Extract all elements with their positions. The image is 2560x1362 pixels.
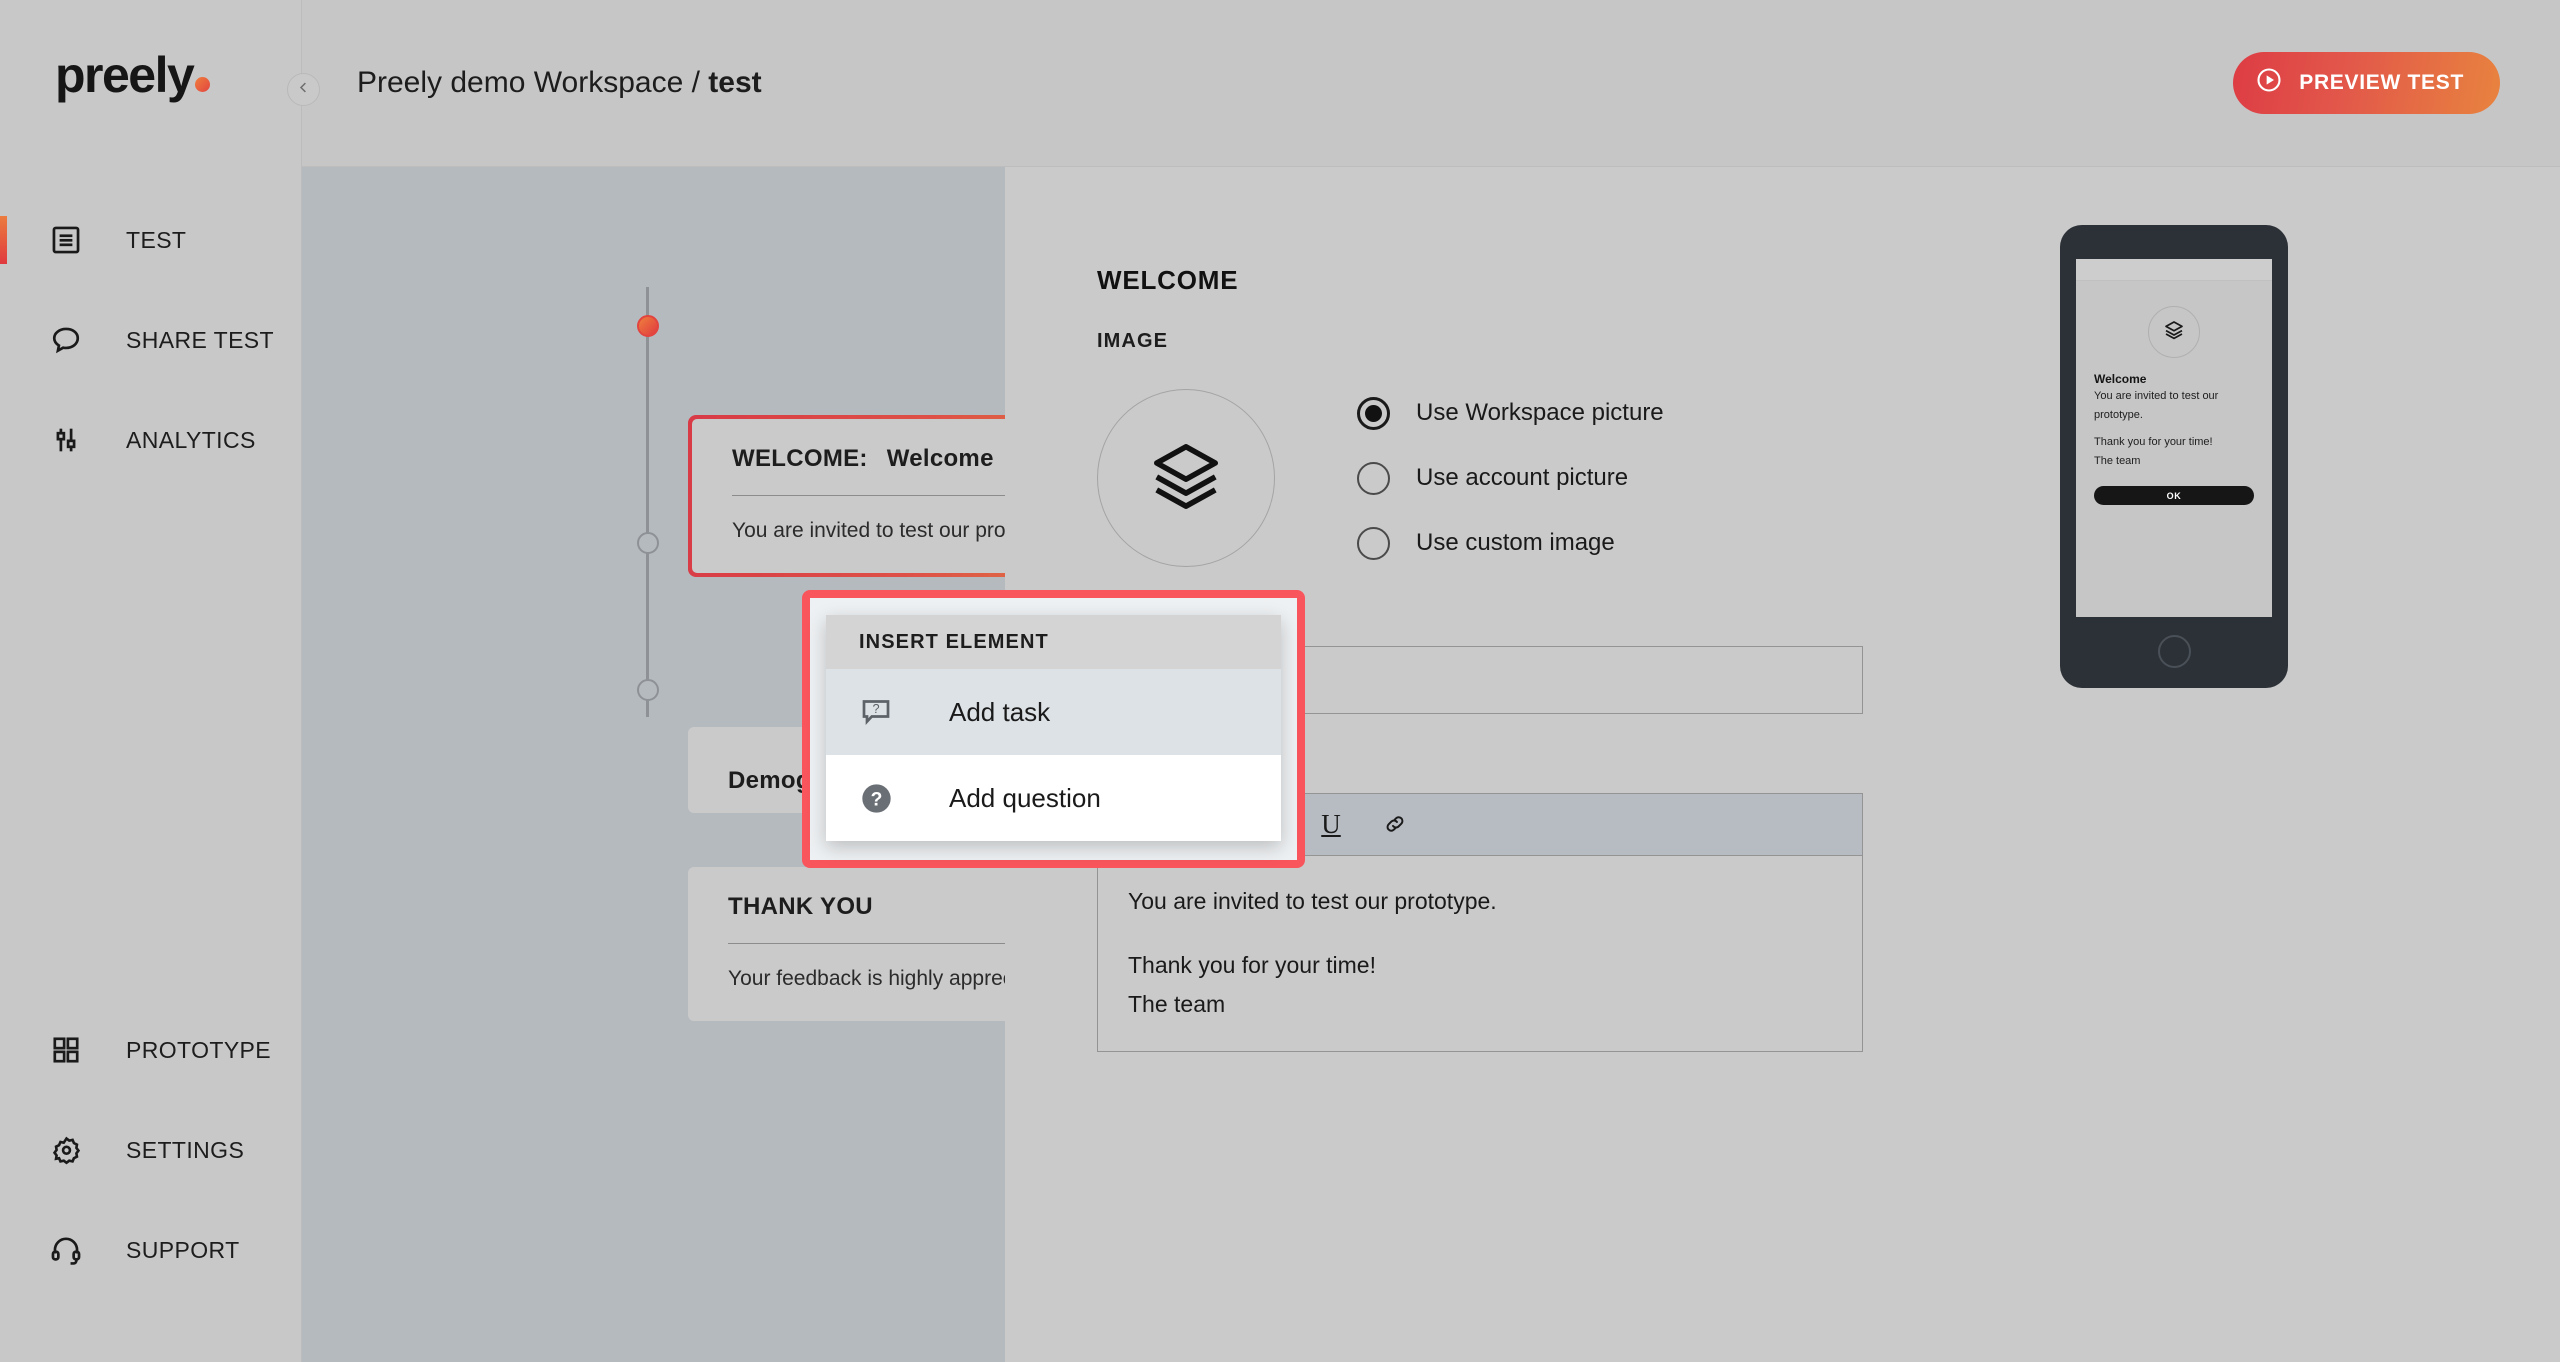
- radio-indicator: [1357, 526, 1390, 560]
- link-icon[interactable]: [1378, 805, 1412, 845]
- phone-ok-button[interactable]: OK: [2094, 486, 2254, 506]
- phone-avatar: [2148, 306, 2200, 358]
- left-sidebar: preely TEST SHARE TEST ANALYTICS PROTOTY…: [0, 0, 302, 1362]
- radio-use-workspace-picture[interactable]: Use Workspace picture: [1357, 396, 1664, 430]
- flow-card-title-prefix: WELCOME:: [732, 445, 868, 472]
- sidebar-collapse-button[interactable]: [287, 73, 320, 106]
- sidebar-item-test[interactable]: TEST: [0, 190, 301, 290]
- task-bubble-icon: ?: [857, 693, 895, 731]
- main-area: Preely demo Workspace / test PREVIEW TES…: [302, 0, 2560, 1362]
- phone-screen: Welcome You are invited to test our prot…: [2076, 259, 2272, 617]
- play-circle-icon: [2255, 66, 2283, 100]
- sliders-icon: [48, 422, 84, 458]
- breadcrumb-separator: /: [691, 66, 700, 99]
- gear-icon: [48, 1132, 84, 1168]
- app-root: preely TEST SHARE TEST ANALYTICS PROTOTY…: [0, 0, 2560, 1362]
- secondary-nav: PROTOTYPE SETTINGS SUPPORT: [0, 1000, 301, 1362]
- flow-card-title-value: Welcome: [886, 445, 994, 472]
- app-logo[interactable]: preely: [0, 0, 301, 150]
- content-line-2: Thank you for your time!: [1128, 951, 1376, 978]
- sidebar-item-prototype[interactable]: PROTOTYPE: [0, 1000, 301, 1100]
- breadcrumb-workspace[interactable]: Preely demo Workspace: [357, 66, 683, 99]
- phone-line-2: prototype.: [2094, 408, 2143, 421]
- sidebar-item-settings[interactable]: SETTINGS: [0, 1100, 301, 1200]
- content-line-3: The team: [1128, 991, 1226, 1018]
- image-source-radio-group: Use Workspace picture Use account pictur…: [1357, 396, 1664, 560]
- radio-label: Use account picture: [1416, 464, 1629, 491]
- svg-text:?: ?: [872, 701, 879, 716]
- sidebar-item-label: SHARE TEST: [126, 326, 274, 353]
- insert-menu-item-add-task[interactable]: ? Add task: [826, 669, 1281, 755]
- radio-indicator: [1357, 461, 1390, 495]
- radio-indicator-selected: [1357, 396, 1390, 430]
- title-field-label: TITLE: [1097, 601, 2560, 624]
- content-line-1: You are invited to test our prototype.: [1128, 888, 1497, 914]
- flow-timeline-dot-thankyou[interactable]: [637, 679, 659, 701]
- sidebar-item-label: ANALYTICS: [126, 426, 256, 453]
- sidebar-item-label: PROTOTYPE: [126, 1036, 272, 1063]
- sidebar-item-label: SUPPORT: [126, 1236, 240, 1263]
- flow-timeline-dot-welcome[interactable]: [637, 315, 659, 337]
- phone-status-bar: [2076, 259, 2272, 281]
- radio-use-account-picture[interactable]: Use account picture: [1357, 461, 1664, 495]
- underline-button[interactable]: U: [1314, 805, 1348, 845]
- content-row: WELCOME: Welcome You are invited to test…: [302, 167, 2560, 1362]
- speech-bubble-icon: [48, 322, 84, 358]
- radio-label: Use Workspace picture: [1416, 399, 1664, 426]
- phone-line-3: Thank you for your time!: [2094, 436, 2213, 449]
- sidebar-item-share-test[interactable]: SHARE TEST: [0, 290, 301, 390]
- content-textarea[interactable]: You are invited to test our prototype. T…: [1098, 856, 1862, 1051]
- phone-line-4: The team: [2094, 454, 2141, 467]
- insert-menu-item-label: Add question: [949, 782, 1101, 813]
- layers-icon: [1147, 437, 1225, 520]
- insert-element-header: INSERT ELEMENT: [826, 615, 1281, 669]
- preview-test-button[interactable]: PREVIEW TEST: [2233, 52, 2500, 114]
- content-field-label: CONTENT: [1097, 748, 2560, 771]
- sidebar-item-support[interactable]: SUPPORT: [0, 1200, 301, 1300]
- sidebar-item-analytics[interactable]: ANALYTICS: [0, 390, 301, 490]
- question-circle-icon: ?: [857, 779, 895, 817]
- layers-icon: [2162, 318, 2186, 347]
- logo-dot-icon: [195, 77, 211, 92]
- top-bar: Preely demo Workspace / test PREVIEW TES…: [302, 0, 2560, 167]
- breadcrumb-current: test: [708, 66, 762, 99]
- document-list-icon: [48, 222, 84, 258]
- insert-menu-item-label: Add task: [949, 696, 1051, 727]
- workspace-avatar[interactable]: [1097, 389, 1275, 567]
- radio-label: Use custom image: [1416, 529, 1615, 556]
- sidebar-item-label: TEST: [126, 226, 187, 253]
- headset-icon: [48, 1232, 84, 1268]
- insert-element-menu: INSERT ELEMENT ? Add task ? Add question: [826, 615, 1281, 841]
- sidebar-item-label: SETTINGS: [126, 1136, 245, 1163]
- flow-timeline-line: [646, 287, 649, 717]
- svg-text:?: ?: [870, 789, 882, 810]
- phone-content: Welcome You are invited to test our prot…: [2076, 281, 2272, 506]
- editor-heading: WELCOME: [1097, 265, 1239, 295]
- grid-icon: [48, 1032, 84, 1068]
- insert-menu-item-add-question[interactable]: ? Add question: [826, 755, 1281, 841]
- phone-line-1: You are invited to test our: [2094, 390, 2219, 402]
- image-section-label: IMAGE: [1097, 330, 1169, 352]
- chevron-left-icon: [296, 80, 311, 100]
- phone-home-button: [2157, 635, 2191, 668]
- logo-text: preely: [55, 47, 195, 103]
- preview-test-label: PREVIEW TEST: [2299, 71, 2464, 94]
- phone-preview-mockup: Welcome You are invited to test our prot…: [2060, 225, 2288, 688]
- breadcrumb: Preely demo Workspace / test: [357, 66, 762, 100]
- image-settings-row: Use Workspace picture Use account pictur…: [1097, 389, 2560, 567]
- test-flow-panel: WELCOME: Welcome You are invited to test…: [302, 167, 1305, 1362]
- phone-title: Welcome: [2094, 372, 2147, 386]
- radio-use-custom-image[interactable]: Use custom image: [1357, 526, 1664, 560]
- flow-timeline-dot-demographics[interactable]: [637, 532, 659, 554]
- primary-nav: TEST SHARE TEST ANALYTICS: [0, 190, 301, 490]
